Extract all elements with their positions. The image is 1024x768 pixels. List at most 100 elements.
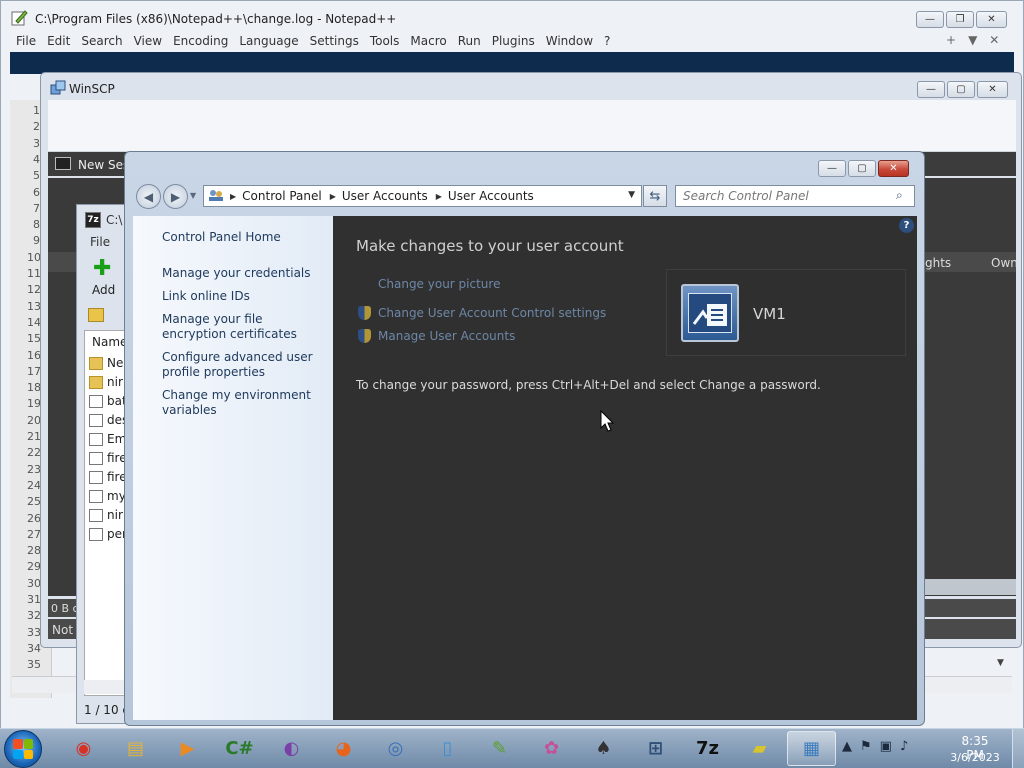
list-item[interactable]: nir xyxy=(89,375,123,389)
menu-item[interactable]: Encoding xyxy=(167,34,233,48)
taskbar-notepad-doc-button[interactable]: ▯ xyxy=(423,731,472,766)
column-owner[interactable]: Own xyxy=(991,256,1018,270)
column-rights[interactable]: ghts xyxy=(925,256,951,270)
network-icon[interactable]: ▣ xyxy=(880,739,892,754)
minimize-button[interactable]: — xyxy=(818,160,846,177)
uac-settings-link[interactable]: Change User Account Control settings xyxy=(378,306,606,320)
list-item[interactable]: fire xyxy=(89,470,127,484)
menu-item[interactable]: Run xyxy=(452,34,486,48)
menu-item[interactable]: Language xyxy=(233,34,303,48)
horizontal-scrollbar[interactable] xyxy=(922,579,1016,595)
window-title: C:\Program Files (x86)\Notepad++\change.… xyxy=(35,12,397,26)
menu-file[interactable]: File xyxy=(90,235,110,249)
list-item[interactable]: per xyxy=(89,527,127,541)
line-number: 4 xyxy=(33,152,40,166)
breadcrumb-chevron-icon[interactable]: ▶ xyxy=(230,192,236,201)
close-button[interactable]: ✕ xyxy=(878,160,909,177)
taskbar-network-lock-button[interactable]: ⊞ xyxy=(631,731,680,766)
maximize-button[interactable]: ▢ xyxy=(848,160,876,177)
breadcrumb-item[interactable]: User Accounts xyxy=(448,189,534,203)
taskbar-eyes-app-button[interactable]: ◎ xyxy=(371,731,420,766)
menu-item[interactable]: Macro xyxy=(404,34,451,48)
column-name[interactable]: Name xyxy=(92,335,127,349)
taskbar-firefox-button[interactable]: ◕ xyxy=(319,731,368,766)
nav-file-encryption-certificates[interactable]: Manage your file encryption certificates xyxy=(162,312,322,342)
app-icon xyxy=(89,470,103,484)
menu-bar-control[interactable]: ✕ xyxy=(989,33,999,47)
search-input[interactable]: Search Control Panel xyxy=(675,185,915,207)
list-item[interactable]: Ne xyxy=(89,356,123,370)
list-item[interactable]: my xyxy=(89,489,126,503)
taskbar-sticky-notes-button[interactable]: ▰ xyxy=(735,731,784,766)
nav-environment-variables[interactable]: Change my environment variables xyxy=(162,388,322,418)
nav-advanced-profile-properties[interactable]: Configure advanced user profile properti… xyxy=(162,350,322,380)
taskbar-media-player-button[interactable]: ▶ xyxy=(163,731,212,766)
show-desktop-button[interactable] xyxy=(1012,729,1024,768)
taskbar-control-panel-button[interactable]: ▦ xyxy=(787,731,836,766)
list-item[interactable]: des xyxy=(89,413,128,427)
scroll-down-arrow-icon[interactable]: ▼ xyxy=(997,658,1004,668)
list-item[interactable]: nir xyxy=(89,508,123,522)
search-icon[interactable]: ⌕ xyxy=(896,188,903,203)
menu-item[interactable]: File xyxy=(10,34,41,48)
taskbar-solitaire-button[interactable]: ♠ xyxy=(579,731,628,766)
breadcrumb-chevron-icon[interactable]: ▶ xyxy=(436,192,442,201)
menu-item[interactable]: Window xyxy=(540,34,598,48)
maximize-button[interactable]: ▢ xyxy=(947,81,975,98)
nav-manage-credentials[interactable]: Manage your credentials xyxy=(162,266,322,281)
address-bar[interactable]: ▶ Control Panel ▶ User Accounts ▶ User Accoun… xyxy=(203,185,642,207)
breadcrumb-chevron-icon[interactable]: ▶ xyxy=(330,192,336,201)
restore-button[interactable]: ❐ xyxy=(946,11,974,28)
line-number: 12 xyxy=(27,283,41,297)
folder-up-icon[interactable] xyxy=(88,308,104,322)
add-icon[interactable]: ✚ xyxy=(93,258,111,280)
back-button[interactable]: ◀ xyxy=(136,184,161,209)
menu-item[interactable]: Edit xyxy=(41,34,75,48)
menu-item[interactable]: Search xyxy=(75,34,127,48)
help-icon[interactable]: ? xyxy=(899,218,914,233)
refresh-button[interactable]: ⇆ xyxy=(643,185,667,207)
menu-item[interactable]: View xyxy=(128,34,167,48)
address-dropdown-icon[interactable]: ▼ xyxy=(628,190,635,200)
line-number: 17 xyxy=(27,364,41,378)
list-item-label: Ne xyxy=(107,356,124,370)
change-picture-link[interactable]: Change your picture xyxy=(378,277,500,291)
recent-pages-chevron-icon[interactable]: ▼ xyxy=(190,191,196,200)
menu-item[interactable]: Settings xyxy=(304,34,364,48)
7zip-icon: 7z xyxy=(85,212,101,228)
menu-bar-control[interactable]: ▼ xyxy=(968,33,977,47)
list-item[interactable]: Em xyxy=(89,432,126,446)
show-hidden-icons-icon[interactable]: ▲ xyxy=(842,739,852,754)
clock-date[interactable]: 3/6/2023 xyxy=(950,751,1000,764)
breadcrumb-item[interactable]: Control Panel xyxy=(242,189,322,203)
taskbar-7zip-button[interactable]: 7z xyxy=(683,731,732,766)
forward-button[interactable]: ▶ xyxy=(163,184,188,209)
action-center-flag-icon[interactable]: ⚑ xyxy=(860,739,872,754)
volume-icon[interactable]: ♪ xyxy=(900,739,908,754)
taskbar-notepad-plus-plus-button[interactable]: ✎ xyxy=(475,731,524,766)
menu-item[interactable]: Plugins xyxy=(486,34,540,48)
taskbar-paint-button[interactable]: ✿ xyxy=(527,731,576,766)
menu-bar-control[interactable]: + xyxy=(946,33,956,47)
close-button[interactable]: ✕ xyxy=(976,11,1007,28)
line-number: 1 xyxy=(33,104,40,117)
taskbar-chrome-button[interactable]: ◉ xyxy=(59,731,108,766)
taskbar-explorer-button[interactable]: ▤ xyxy=(111,731,160,766)
add-button-label[interactable]: Add xyxy=(92,283,115,297)
menu-item[interactable]: Tools xyxy=(364,34,405,48)
list-item[interactable]: bat xyxy=(89,394,127,408)
minimize-button[interactable]: — xyxy=(917,81,945,98)
minimize-button[interactable]: — xyxy=(916,11,944,28)
menu-item[interactable]: ? xyxy=(598,34,615,48)
nav-link-online-ids[interactable]: Link online IDs xyxy=(162,289,322,304)
nav-control-panel-home[interactable]: Control Panel Home xyxy=(162,230,322,245)
taskbar-mask-app-button[interactable]: ◐ xyxy=(267,731,316,766)
close-button[interactable]: ✕ xyxy=(977,81,1008,98)
breadcrumb-item[interactable]: User Accounts xyxy=(342,189,428,203)
firefox-icon: ◕ xyxy=(335,738,352,759)
manage-user-accounts-link[interactable]: Manage User Accounts xyxy=(378,329,515,343)
taskbar-csharp-ide-button[interactable]: C# xyxy=(215,731,264,766)
list-item[interactable]: fire xyxy=(89,451,127,465)
line-number: 5 xyxy=(33,169,40,183)
tab-new-session[interactable]: New Ses xyxy=(78,158,129,172)
